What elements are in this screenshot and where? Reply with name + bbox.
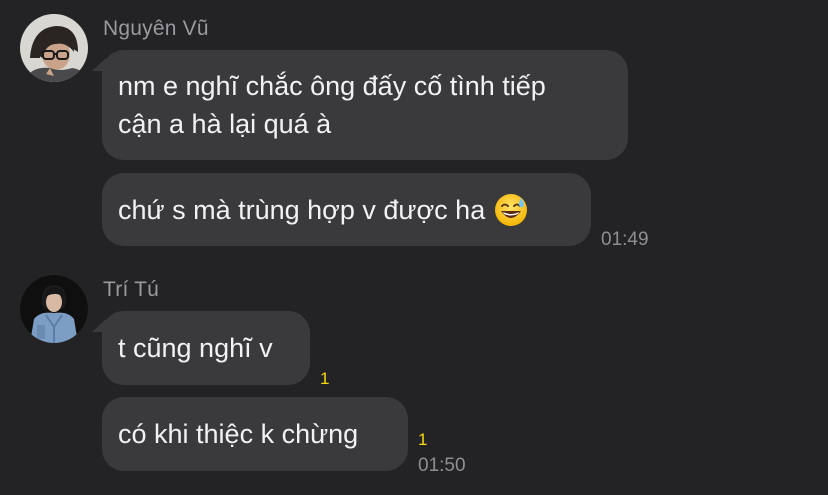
seen-count-badge: 1 [418, 430, 428, 449]
timestamp: 01:49 [601, 229, 649, 250]
message-bubble[interactable]: chứ s mà trùng hợp v được ha [102, 173, 591, 246]
message-text: chứ s mà trùng hợp v được ha [118, 194, 486, 225]
avatar[interactable] [20, 275, 88, 343]
sender-name: Trí Tú [103, 278, 160, 301]
grinning-face-with-sweat-icon [495, 193, 528, 226]
user-avatar-denim-icon [20, 275, 88, 343]
timestamp: 01:50 [418, 455, 466, 476]
message-line: nm e nghĩ chắc ông đấy cố tình tiếp [118, 71, 546, 101]
message-text: có khi thiệc k chừng [118, 419, 359, 449]
message-bubble[interactable]: có khi thiệc k chừng [102, 397, 408, 471]
sender-name: Nguyên Vũ [103, 17, 209, 40]
message-text: t cũng nghĩ v [118, 333, 273, 363]
seen-count-badge: 1 [320, 369, 330, 388]
message-bubble[interactable]: nm e nghĩ chắc ông đấy cố tình tiếp cận … [102, 50, 628, 160]
user-avatar-glasses-icon [20, 14, 88, 82]
avatar[interactable] [20, 14, 88, 82]
message-line: cận a hà lại quá à [118, 109, 332, 139]
message-bubble[interactable]: t cũng nghĩ v [102, 311, 310, 385]
